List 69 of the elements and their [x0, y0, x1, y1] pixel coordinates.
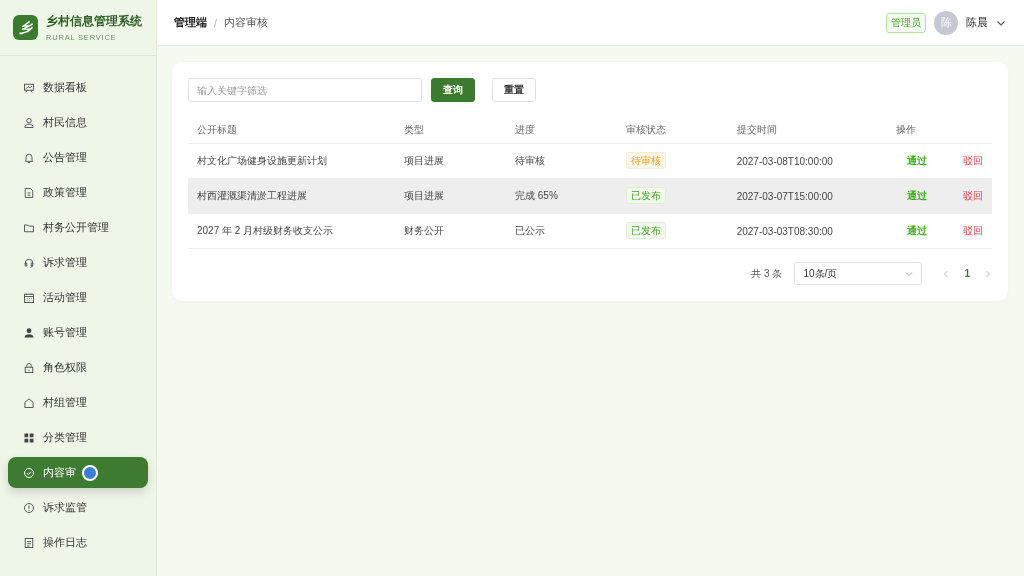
total-count: 共 3 条: [751, 266, 783, 281]
log-icon: [23, 536, 35, 549]
app-title: 乡村信息管理系统: [46, 13, 142, 30]
table-cell: 项目进展: [395, 178, 507, 214]
page-number[interactable]: 1: [964, 268, 970, 279]
cursor-dot-icon: [82, 464, 98, 481]
role-badge: 管理员: [886, 12, 926, 33]
type-column-header: 类型: [395, 116, 507, 144]
chevron-down-icon: [905, 269, 914, 278]
reject-link[interactable]: 驳回: [963, 155, 983, 166]
sidebar-item[interactable]: 数据看板: [8, 72, 148, 103]
reset-button[interactable]: 重置: [492, 78, 536, 102]
table-cell: 完成 65%: [506, 178, 617, 214]
lock-icon: [23, 361, 35, 374]
breadcrumb-item: 内容审核: [223, 15, 268, 30]
status-tag: 已发布: [625, 187, 666, 204]
headset-icon: [23, 256, 35, 269]
status-column-header: 审核状态: [616, 116, 728, 144]
document-icon: [23, 186, 35, 199]
table-cell: 财务公开: [395, 213, 507, 249]
table-cell: 2027-03-08T10:00:00: [727, 143, 887, 179]
time-column-header: 提交时间: [727, 116, 887, 144]
actions-column-header: 操作: [887, 116, 992, 144]
user-name[interactable]: 陈晨: [966, 15, 988, 30]
sidebar-item[interactable]: 村组管理: [8, 387, 148, 418]
breadcrumb-item[interactable]: 管理端: [174, 15, 207, 30]
person-icon: [23, 116, 35, 129]
next-page-icon[interactable]: [984, 269, 992, 278]
calendar-icon: [23, 291, 35, 304]
bell-icon: [23, 151, 35, 164]
logo: 乡: [13, 15, 38, 40]
previous-page-icon[interactable]: [942, 269, 951, 278]
title-column-header: 公开标题: [188, 116, 396, 144]
sidebar-item[interactable]: 诉求监管: [8, 492, 148, 523]
progress-column-header: 进度: [506, 116, 617, 144]
status-tag: 待审核: [625, 152, 666, 169]
page-size-select[interactable]: 10条/页: [794, 262, 923, 285]
table-cell: 已公示: [506, 213, 617, 249]
sidebar-item[interactable]: 诉求管理: [8, 247, 148, 278]
sidebar-item[interactable]: 公告管理: [8, 142, 148, 173]
chart-board-icon: [23, 81, 35, 94]
reject-link[interactable]: 驳回: [963, 225, 983, 236]
check-circle-icon: [23, 466, 35, 479]
table-cell: 2027-03-07T15:00:00: [727, 178, 887, 214]
table-cell: 项目进展: [395, 143, 507, 179]
table-cell: 村文化广场健身设施更新计划: [188, 143, 396, 179]
alert-icon: [23, 501, 35, 514]
table-cell: 2027-03-03T08:30:00: [727, 213, 887, 249]
sidebar-item[interactable]: 角色权限: [8, 352, 148, 383]
sidebar-item[interactable]: 村务公开管理: [8, 212, 148, 243]
person-icon: [23, 326, 35, 339]
sidebar-item[interactable]: 内容审: [8, 457, 148, 488]
status-tag: 已发布: [625, 222, 666, 239]
search-field[interactable]: 输入关键字筛选: [188, 78, 422, 102]
sidebar-item[interactable]: 账号管理: [8, 317, 148, 348]
search-button[interactable]: 查询: [431, 78, 475, 102]
reject-link[interactable]: 驳回: [963, 190, 983, 201]
house-icon: [23, 396, 35, 409]
sidebar-item[interactable]: 活动管理: [8, 282, 148, 313]
sidebar-item[interactable]: 政策管理: [8, 177, 148, 208]
sidebar-item[interactable]: 村民信息: [8, 107, 148, 138]
grid-icon: [23, 431, 35, 444]
table-cell: 村西灌溉渠清淤工程进展: [188, 178, 396, 214]
sidebar-item[interactable]: 操作日志: [8, 527, 148, 558]
table-cell: 2027 年 2 月村级财务收支公示: [188, 213, 396, 249]
table-cell: 待审核: [506, 143, 617, 179]
breadcrumb-separator: /: [214, 16, 217, 29]
folder-icon: [23, 221, 35, 234]
sidebar-item[interactable]: 分类管理: [8, 422, 148, 453]
